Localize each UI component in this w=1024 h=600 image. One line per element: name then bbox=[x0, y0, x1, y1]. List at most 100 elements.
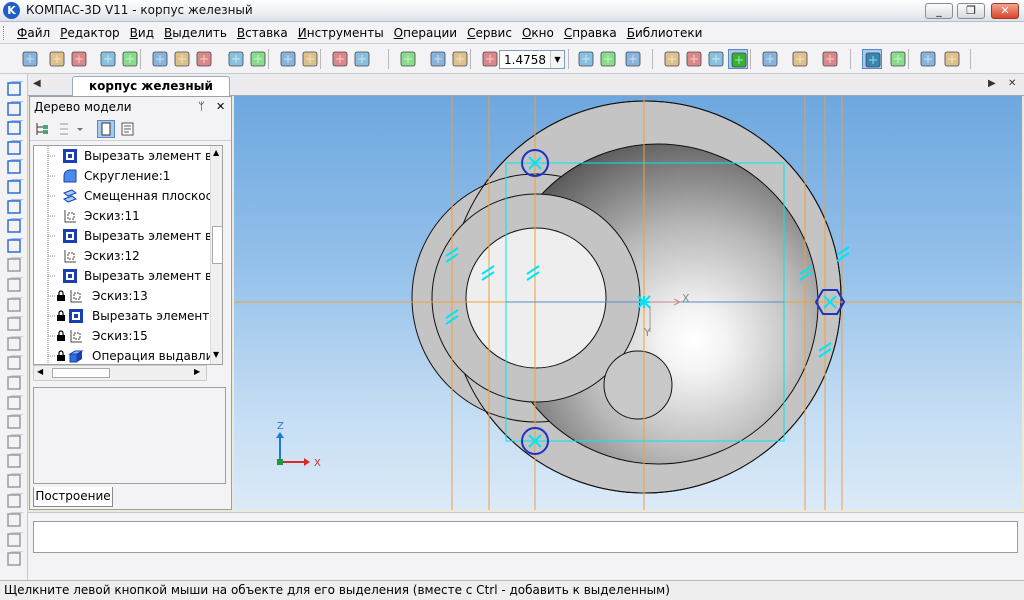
bore-hole[interactable] bbox=[465, 227, 607, 369]
chevron-down-icon[interactable]: ▼ bbox=[550, 51, 564, 68]
paste-icon[interactable] bbox=[194, 49, 214, 69]
auxiliary-geometry-icon[interactable] bbox=[4, 315, 24, 333]
orientation-icon[interactable] bbox=[623, 49, 643, 69]
geometry-icon[interactable] bbox=[4, 100, 24, 118]
component-icon[interactable] bbox=[4, 452, 24, 470]
document-tab[interactable]: корпус железный bbox=[72, 76, 230, 96]
save-icon[interactable] bbox=[69, 49, 89, 69]
zoom-input[interactable] bbox=[500, 51, 550, 68]
tree-view-dropdown-icon[interactable] bbox=[58, 121, 84, 137]
diagnostics-icon[interactable] bbox=[4, 354, 24, 372]
tree-mode-icon[interactable] bbox=[97, 120, 115, 138]
tree-item[interactable]: Скругление:1 bbox=[34, 166, 222, 186]
library-icon[interactable] bbox=[4, 413, 24, 431]
zoom-combobox[interactable]: ▼ bbox=[499, 50, 565, 69]
scroll-thumb[interactable] bbox=[212, 226, 222, 264]
arrays-icon[interactable] bbox=[4, 296, 24, 314]
zoom-icon[interactable] bbox=[4, 550, 24, 568]
menu-item[interactable]: Редактор bbox=[55, 25, 124, 41]
zoom-scale-icon[interactable] bbox=[480, 49, 500, 69]
refresh-icon[interactable] bbox=[942, 49, 962, 69]
menu-item[interactable]: Выделить bbox=[159, 25, 232, 41]
sketch-edit-icon[interactable] bbox=[4, 433, 24, 451]
small-boss[interactable] bbox=[603, 350, 673, 420]
scroll-down-icon[interactable]: ▼ bbox=[213, 350, 219, 359]
zoom-fit-icon[interactable] bbox=[398, 49, 418, 69]
menu-item[interactable]: Окно bbox=[517, 25, 559, 41]
constraints-icon[interactable] bbox=[4, 237, 24, 255]
tree-item[interactable]: Вырезать элемент вы bbox=[34, 146, 222, 166]
tab-scroll-left-icon[interactable]: ◀ bbox=[33, 78, 41, 89]
redo-icon[interactable] bbox=[300, 49, 320, 69]
scroll-up-icon[interactable]: ▲ bbox=[213, 148, 219, 157]
assembly-icon[interactable] bbox=[4, 472, 24, 490]
shaded-icon[interactable] bbox=[728, 49, 748, 69]
undo-icon[interactable] bbox=[278, 49, 298, 69]
pin-icon[interactable]: ᛘ bbox=[198, 97, 205, 117]
menu-item[interactable]: Сервис bbox=[462, 25, 517, 41]
tree-item[interactable]: Смещенная плоскост bbox=[34, 186, 222, 206]
view-manager-icon[interactable] bbox=[918, 49, 938, 69]
scroll-left-icon[interactable]: ◀ bbox=[37, 367, 43, 376]
object-properties-icon[interactable] bbox=[4, 374, 24, 392]
tree-item[interactable]: Вырезать элемент в bbox=[34, 306, 222, 326]
measure-tools-icon[interactable] bbox=[4, 531, 24, 549]
command-line[interactable] bbox=[33, 521, 1018, 553]
new-icon[interactable] bbox=[20, 49, 40, 69]
sheet-metal-icon[interactable] bbox=[4, 335, 24, 353]
parametrize-icon[interactable] bbox=[4, 217, 24, 235]
perspective-icon[interactable] bbox=[790, 49, 810, 69]
mates-icon[interactable] bbox=[4, 492, 24, 510]
close-button[interactable]: ✕ bbox=[991, 3, 1019, 19]
tree-item[interactable]: Вырезать элемент вы bbox=[34, 226, 222, 246]
library-icon[interactable] bbox=[352, 49, 372, 69]
restore-button[interactable]: ❐ bbox=[957, 3, 985, 19]
print-icon[interactable] bbox=[120, 49, 140, 69]
tree-icon[interactable] bbox=[862, 49, 882, 69]
scroll-thumb[interactable] bbox=[52, 368, 110, 378]
tree-structure-icon[interactable] bbox=[34, 121, 50, 137]
menu-item[interactable]: Вставка bbox=[232, 25, 293, 41]
zoom-window-icon[interactable] bbox=[450, 49, 470, 69]
shaded-edges-icon[interactable] bbox=[760, 49, 780, 69]
tab-scroll-right-icon[interactable]: ▶ bbox=[988, 78, 996, 89]
editing-icon[interactable] bbox=[4, 139, 24, 157]
model-canvas[interactable]: X Y X Z bbox=[234, 96, 1022, 510]
select-icon[interactable] bbox=[4, 80, 24, 98]
tab-close-icon[interactable]: ✕ bbox=[1008, 78, 1016, 89]
symbols-icon[interactable] bbox=[4, 178, 24, 196]
open-icon[interactable] bbox=[47, 49, 67, 69]
manager-icon[interactable] bbox=[330, 49, 350, 69]
menu-grip[interactable] bbox=[3, 26, 6, 40]
copy-icon[interactable] bbox=[172, 49, 192, 69]
menu-item[interactable]: Файл bbox=[12, 25, 55, 41]
tree-vertical-scrollbar[interactable]: ▲ ▼ bbox=[210, 146, 222, 364]
properties-icon[interactable] bbox=[248, 49, 268, 69]
tree-history-icon[interactable] bbox=[120, 121, 136, 137]
menu-item[interactable]: Библиотеки bbox=[622, 25, 708, 41]
tree-item[interactable]: Эскиз:15 bbox=[34, 326, 222, 346]
minimize-button[interactable]: _ bbox=[925, 3, 953, 19]
dimensions-icon[interactable] bbox=[4, 158, 24, 176]
spatial-curves-icon[interactable] bbox=[4, 256, 24, 274]
menu-item[interactable]: Вид bbox=[125, 25, 159, 41]
measure-icon[interactable] bbox=[4, 198, 24, 216]
model-viewport[interactable]: X Y X Z bbox=[234, 96, 1022, 510]
tree-item[interactable]: Эскиз:13 bbox=[34, 286, 222, 306]
tree-item[interactable]: Вырезать элемент вы bbox=[34, 266, 222, 286]
selection-filter-icon[interactable] bbox=[4, 511, 24, 529]
pan-icon[interactable] bbox=[576, 49, 596, 69]
filter-icon[interactable] bbox=[820, 49, 840, 69]
format-brush-icon[interactable] bbox=[226, 49, 246, 69]
zoom-in-icon[interactable] bbox=[428, 49, 448, 69]
tree-item[interactable]: Операция выдавлив bbox=[34, 346, 222, 364]
preview-icon[interactable] bbox=[98, 49, 118, 69]
cut-icon[interactable] bbox=[150, 49, 170, 69]
tree-item[interactable]: Эскиз:12 bbox=[34, 246, 222, 266]
hidden-lines-icon[interactable] bbox=[684, 49, 704, 69]
menu-item[interactable]: Справка bbox=[559, 25, 622, 41]
snap-icon[interactable] bbox=[888, 49, 908, 69]
scroll-right-icon[interactable]: ▶ bbox=[194, 367, 200, 376]
close-icon[interactable]: ✕ bbox=[216, 97, 225, 117]
tab-construction[interactable]: Построение bbox=[33, 487, 113, 507]
